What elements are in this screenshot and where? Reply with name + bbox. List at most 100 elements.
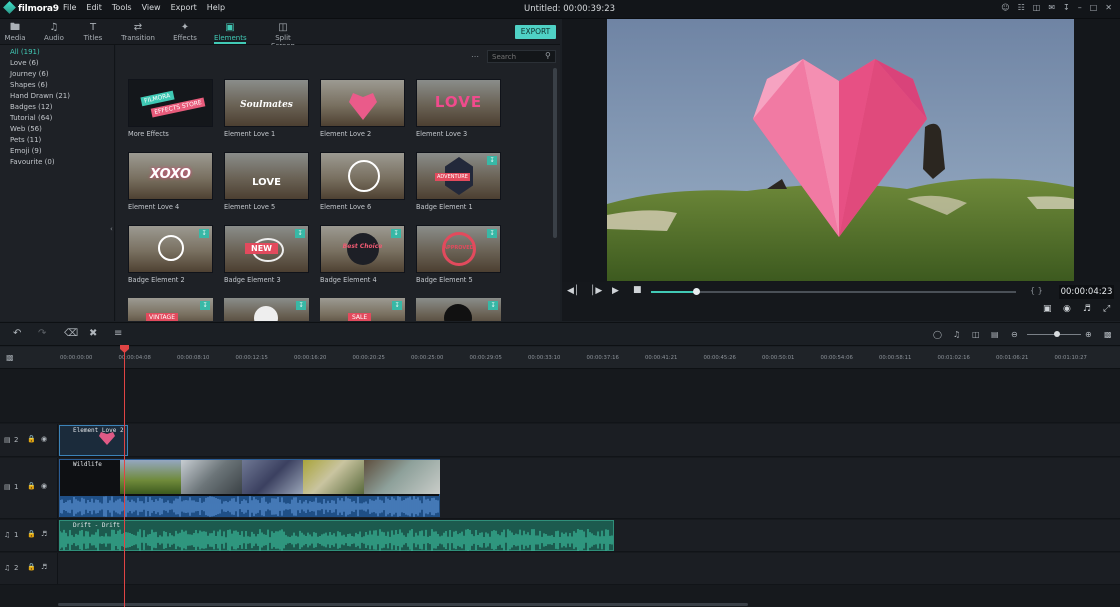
element-thumbnail: NEW ↧ [224,225,309,273]
download-icon[interactable]: ↧ [487,229,497,238]
cart-icon[interactable]: ☷ [1018,3,1025,12]
cut-icon[interactable]: ✖ [89,328,97,339]
element-thumbnail[interactable]: VINTAGE ↧ [128,298,213,321]
download-icon[interactable]: ↧ [295,229,305,238]
user-icon[interactable]: ☺ [1001,3,1009,12]
element-thumbnail[interactable]: SALE ↧ [320,298,405,321]
eye-icon[interactable]: ◉ [41,435,47,443]
timeline-ruler[interactable]: ▩ 00:00:00:00 00:00:04:08 00:00:08:10 00:00… [0,347,1120,369]
marker-icon[interactable]: ◯ [933,330,942,339]
play-icon[interactable]: ▶ [612,286,619,296]
redo-icon[interactable]: ↷ [38,328,46,339]
search-icon[interactable]: ⚲ [545,51,551,60]
timeline-scrollbar[interactable] [58,603,748,606]
menu-export[interactable]: Export [171,3,197,12]
category-web[interactable]: Web (56) [10,125,42,133]
download-icon[interactable]: ↧ [199,229,209,238]
category-journey[interactable]: Journey (6) [10,70,49,78]
clip-audio-drift[interactable]: Drift - Drift [59,520,614,551]
playback-scrubber[interactable] [693,288,700,295]
close-icon[interactable]: ✕ [1105,3,1112,12]
zoom-out-icon[interactable]: ⊖ [1011,330,1018,339]
category-badges[interactable]: Badges (12) [10,103,53,111]
playback-progress-bar[interactable] [651,291,1016,293]
menu-tools[interactable]: Tools [112,3,132,12]
eye-icon[interactable]: ◉ [41,482,47,490]
menu-view[interactable]: View [142,3,161,12]
element-thumbnail[interactable]: ↧ [416,298,501,321]
category-emoji[interactable]: Emoji (9) [10,147,42,155]
download-icon[interactable]: ↧ [391,229,401,238]
lock-icon[interactable]: 🔒 [27,530,36,538]
category-shapes[interactable]: Shapes (6) [10,81,48,89]
export-button[interactable]: EXPORT [515,25,556,39]
tab-elements[interactable]: ▣ Elements [214,22,247,44]
category-all[interactable]: All (191) [10,48,40,56]
category-favourite[interactable]: Favourite (0) [10,158,55,166]
speaker-icon[interactable]: ♬ [41,563,47,571]
add-track-icon[interactable]: ▩ [6,353,14,362]
lock-icon[interactable]: 🔒 [27,563,36,571]
grid-view-icon[interactable]: ⋯ [471,52,480,61]
category-pets[interactable]: Pets (11) [10,136,41,144]
menu-file[interactable]: File [63,3,76,12]
category-tutorial[interactable]: Tutorial (64) [10,114,52,122]
stop-icon[interactable]: ■ [633,285,642,295]
tab-media[interactable]: 🖿 Media [4,22,26,42]
ruler-tick-label: 00:00:37:16 [586,355,619,361]
mark-in-out[interactable]: { } [1030,286,1043,295]
snapshot-icon[interactable]: ◉ [1063,304,1071,314]
panel-scrollbar[interactable] [553,68,557,238]
volume-icon[interactable]: ♬ [1083,304,1091,314]
mail-icon[interactable]: ✉ [1048,3,1055,12]
speaker-icon[interactable]: ♬ [41,530,47,538]
transition-icon: ⇄ [133,22,143,33]
element-thumbnail [320,152,405,200]
lock-icon[interactable]: 🔒 [27,435,36,443]
video-track-icon: ▤ [4,483,11,491]
preview-image [607,19,1074,281]
lock-icon[interactable]: 🔒 [27,482,36,490]
download-icon[interactable]: ↧ [488,301,498,310]
collapse-sidebar-icon[interactable]: ‹ [110,225,113,233]
audio-mixer-icon[interactable]: ◫ [972,330,980,339]
download-icon[interactable]: ↧ [392,301,402,310]
tab-effects[interactable]: ✦ Effects [172,22,198,42]
gift-icon[interactable]: ◫ [1033,3,1041,12]
adjust-icon[interactable]: ≡ [114,328,122,339]
ruler-tick-label: 00:01:06:21 [996,355,1029,361]
download-icon[interactable]: ↧ [296,301,306,310]
category-love[interactable]: Love (6) [10,59,39,67]
menu-help[interactable]: Help [207,3,225,12]
split-screen-icon: ◫ [278,22,288,33]
tab-audio[interactable]: ♫ Audio [43,22,65,42]
ruler-tick-label: 00:01:02:16 [937,355,970,361]
tab-transition[interactable]: ⇄ Transition [119,22,157,42]
microphone-icon[interactable]: ♫ [953,330,960,339]
download-icon[interactable]: ↧ [200,301,210,310]
split-screen-tool-icon[interactable]: ▤ [991,330,999,339]
category-hand-drawn[interactable]: Hand Drawn (21) [10,92,70,100]
minimize-icon[interactable]: – [1078,3,1082,12]
tab-titles[interactable]: T Titles [82,22,104,42]
menu-edit[interactable]: Edit [86,3,102,12]
fit-timeline-icon[interactable]: ▩ [1104,330,1112,339]
clip-wildlife[interactable]: Wildlife [59,459,440,517]
zoom-slider-knob[interactable] [1054,331,1060,337]
previous-frame-icon[interactable]: ◀│ [567,286,579,296]
render-preview-icon[interactable]: ▣ [1043,304,1052,314]
maximize-icon[interactable]: □ [1090,3,1098,12]
playhead-line[interactable] [124,350,125,607]
preview-video-frame[interactable] [607,19,1074,281]
delete-icon[interactable]: ⌫ [64,328,78,339]
download-icon[interactable]: ↧ [487,156,497,165]
element-thumbnail[interactable]: ↧ [224,298,309,321]
zoom-in-icon[interactable]: ⊕ [1085,330,1092,339]
download-icon[interactable]: ↧ [1063,3,1070,12]
undo-icon[interactable]: ↶ [13,328,21,339]
ruler-tick-label: 00:00:50:01 [762,355,795,361]
fullscreen-icon[interactable]: ⤢ [1103,304,1110,314]
track-header: ♫ 2 🔒 ♬ [0,553,58,584]
play-pause-icon[interactable]: │▶ [590,286,602,296]
clip-element-love-2[interactable]: Element Love 2 [59,425,128,456]
